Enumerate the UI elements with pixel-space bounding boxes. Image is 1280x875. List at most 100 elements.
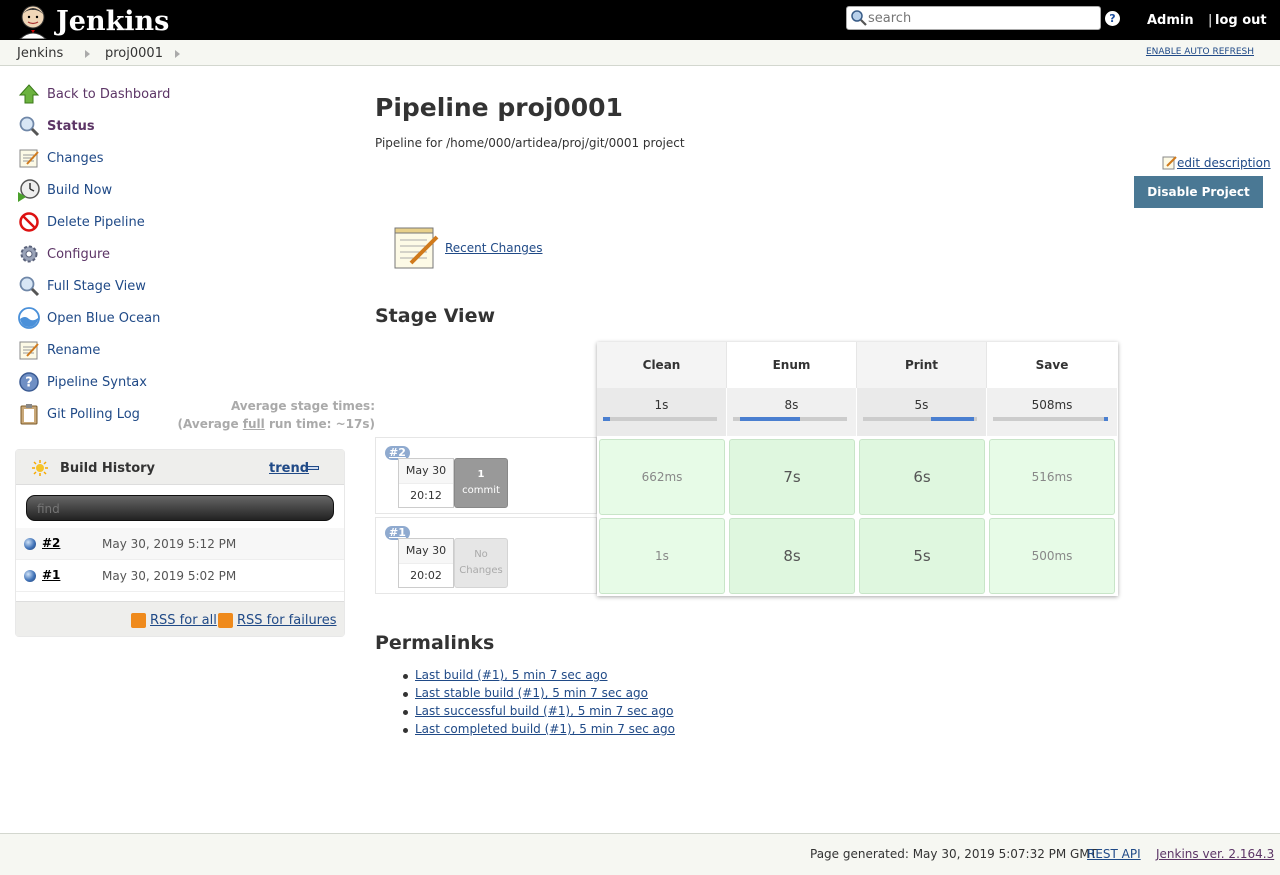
build-status-ball-icon[interactable] [24, 570, 36, 582]
full-run-time-link[interactable]: full [243, 417, 265, 431]
stage-avg-value: 8s [784, 398, 799, 412]
jenkins-logo[interactable]: Jenkins [16, 2, 176, 40]
task-status[interactable]: Status [16, 112, 95, 140]
sun-icon [32, 460, 48, 480]
stage-cell[interactable]: 1s [599, 518, 725, 594]
stage-avg-bar-fill [1104, 417, 1108, 421]
task-label[interactable]: Git Polling Log [47, 407, 140, 422]
task-back-to-dashboard[interactable]: Back to Dashboard [16, 80, 170, 108]
task-label[interactable]: Configure [47, 247, 110, 262]
permalink-last-build[interactable]: Last build (#1), 5 min 7 sec ago [415, 668, 608, 682]
task-rename[interactable]: Rename [16, 336, 100, 364]
logout-link[interactable]: log out [1215, 13, 1267, 28]
stage-cell[interactable]: 516ms [989, 439, 1115, 515]
stage-table: Clean Enum Print Save 1s 8s 5s 508ms 662… [597, 342, 1118, 596]
breadcrumb-project[interactable]: proj0001 [105, 46, 163, 61]
run-row-1[interactable]: #1 May 30 20:02 No Changes [375, 517, 597, 594]
task-changes[interactable]: Changes [16, 144, 104, 172]
recent-changes-link[interactable]: Recent Changes [445, 241, 542, 255]
stage-cell[interactable]: 8s [729, 518, 855, 594]
top-header: Jenkins ? Admin | log out [0, 0, 1280, 40]
breadcrumb-arrow-icon[interactable] [85, 50, 90, 58]
disable-project-button[interactable]: Disable Project [1134, 176, 1263, 208]
page-title: Pipeline proj0001 [375, 93, 623, 122]
jenkins-butler-icon [19, 5, 47, 39]
task-label[interactable]: Back to Dashboard [47, 87, 170, 102]
build-status-ball-icon[interactable] [24, 538, 36, 550]
build-number-link[interactable]: #1 [42, 568, 60, 582]
notepad-icon [394, 227, 439, 269]
permalink-last-completed-build[interactable]: Last completed build (#1), 5 min 7 sec a… [415, 722, 675, 736]
stage-avg-bar [603, 417, 717, 421]
stage-avg-value: 5s [914, 398, 929, 412]
stage-header-clean: Clean [597, 342, 727, 388]
clipboard-icon [16, 401, 42, 427]
rss-all-link[interactable]: RSS for all [150, 613, 217, 628]
build-number-link[interactable]: #2 [42, 536, 60, 550]
rss-failures-link[interactable]: RSS for failures [237, 613, 337, 628]
arrow-up-icon [16, 81, 42, 107]
task-git-polling-log[interactable]: Git Polling Log [16, 400, 140, 428]
task-label[interactable]: Full Stage View [47, 279, 146, 294]
permalink-last-successful-build[interactable]: Last successful build (#1), 5 min 7 sec … [415, 704, 673, 718]
help-icon[interactable]: ? [1105, 11, 1120, 26]
task-label[interactable]: Build Now [47, 183, 112, 198]
build-history-footer: RSS for all RSS for failures [16, 601, 344, 636]
trend-link[interactable]: trend [269, 461, 309, 476]
run-commits[interactable]: 1 commit [454, 458, 508, 508]
permalink-last-stable-build[interactable]: Last stable build (#1), 5 min 7 sec ago [415, 686, 648, 700]
average-stage-times-label: Average stage times: (Average full run t… [160, 397, 375, 433]
stage-avg-value: 508ms [1031, 398, 1073, 412]
search-icon [851, 10, 867, 26]
stage-cell[interactable]: 5s [859, 518, 985, 594]
edit-description-link[interactable]: edit description [1162, 155, 1271, 170]
rest-api-link[interactable]: REST API [1087, 847, 1141, 861]
task-delete-pipeline[interactable]: Delete Pipeline [16, 208, 145, 236]
app-title: Jenkins [56, 5, 170, 37]
jenkins-version-link[interactable]: Jenkins ver. 2.164.3 [1156, 847, 1274, 861]
search-input[interactable] [868, 8, 1093, 28]
rss-icon[interactable] [218, 613, 233, 628]
average-stage-times-text: Average stage times: [230, 399, 375, 413]
breadcrumb: Jenkins proj0001 ENABLE AUTO REFRESH [0, 40, 1280, 66]
build-date: May 30, 2019 5:02 PM [102, 569, 237, 583]
task-label[interactable]: Delete Pipeline [47, 215, 145, 230]
stage-cell[interactable]: 6s [859, 439, 985, 515]
run-row-2[interactable]: #2 May 30 20:12 1 commit [375, 437, 597, 514]
stage-cell[interactable]: 7s [729, 439, 855, 515]
breadcrumb-jenkins[interactable]: Jenkins [17, 46, 63, 61]
task-label[interactable]: Open Blue Ocean [47, 311, 160, 326]
enable-auto-refresh-link[interactable]: ENABLE AUTO REFRESH [1146, 47, 1254, 57]
no-entry-icon [16, 209, 42, 235]
run-date: May 30 20:02 [398, 538, 454, 588]
avg-suffix: run time: ~17s) [264, 417, 375, 431]
permalink-item: Last build (#1), 5 min 7 sec ago [403, 668, 675, 686]
page-footer: Page generated: May 30, 2019 5:07:32 PM … [0, 833, 1280, 875]
stage-avg-bar-fill [931, 417, 974, 421]
task-label[interactable]: Pipeline Syntax [47, 375, 147, 390]
build-filter-input[interactable] [37, 502, 317, 516]
task-build-now[interactable]: Build Now [16, 176, 112, 204]
collapse-icon[interactable] [307, 466, 319, 470]
task-label[interactable]: Status [47, 119, 95, 134]
stage-cell[interactable]: 500ms [989, 518, 1115, 594]
stage-avg-bar [993, 417, 1108, 421]
stage-header-save: Save [987, 342, 1117, 388]
breadcrumb-arrow-icon[interactable] [175, 50, 180, 58]
rss-icon[interactable] [131, 613, 146, 628]
task-label[interactable]: Changes [47, 151, 104, 166]
task-pipeline-syntax[interactable]: ? Pipeline Syntax [16, 368, 147, 396]
magnifier-icon [16, 273, 42, 299]
stage-avg-save: 508ms [987, 388, 1117, 436]
task-open-blue-ocean[interactable]: Open Blue Ocean [16, 304, 160, 332]
task-configure[interactable]: Configure [16, 240, 110, 268]
task-full-stage-view[interactable]: Full Stage View [16, 272, 146, 300]
stage-avg-bar [733, 417, 847, 421]
task-label[interactable]: Rename [47, 343, 100, 358]
stage-cell[interactable]: 662ms [599, 439, 725, 515]
help-icon: ? [16, 369, 42, 395]
build-row: #1 May 30, 2019 5:02 PM [16, 560, 344, 592]
user-link[interactable]: Admin [1147, 13, 1194, 28]
project-description: Pipeline for /home/000/artidea/proj/git/… [375, 136, 685, 150]
build-history-header: Build History trend [16, 450, 344, 485]
